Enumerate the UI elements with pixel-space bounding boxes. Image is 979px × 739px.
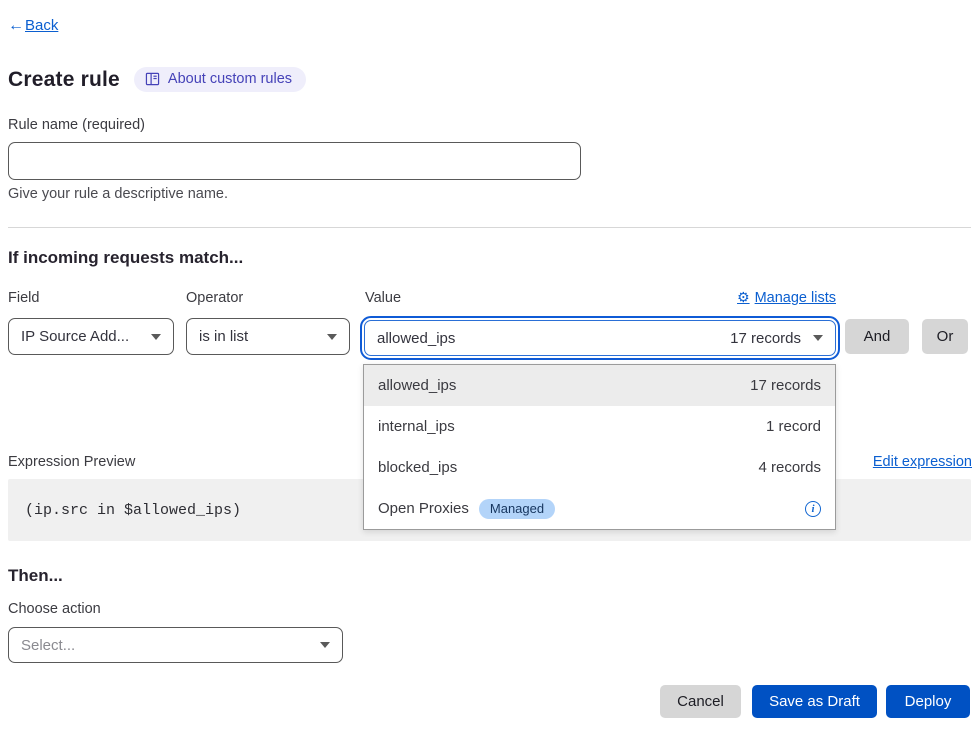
chevron-down-icon: [327, 334, 337, 340]
chevron-down-icon: [320, 642, 330, 648]
or-button[interactable]: Or: [922, 319, 968, 354]
dropdown-option-blocked-ips[interactable]: blocked_ips 4 records: [364, 447, 835, 488]
chevron-down-icon: [813, 335, 823, 341]
back-link[interactable]: ←Back: [8, 17, 58, 34]
choose-action-label: Choose action: [8, 601, 101, 617]
save-as-draft-button[interactable]: Save as Draft: [752, 685, 877, 718]
managed-badge: Managed: [479, 499, 555, 519]
manage-lists-link[interactable]: ⚙ Manage lists: [737, 290, 836, 306]
option-name: internal_ips: [378, 418, 455, 435]
page-title: Create rule: [8, 68, 120, 92]
back-link-row: ←Back: [8, 17, 58, 35]
manage-lists-label: Manage lists: [755, 290, 836, 306]
section-divider: [8, 227, 971, 228]
gear-icon: ⚙: [737, 290, 750, 306]
value-dropdown-panel: allowed_ips 17 records internal_ips 1 re…: [363, 364, 836, 530]
field-select[interactable]: IP Source Add...: [8, 318, 174, 355]
dropdown-option-open-proxies[interactable]: Open Proxies Managed i: [364, 488, 835, 529]
info-icon[interactable]: i: [805, 501, 821, 517]
option-count: 1 record: [766, 418, 821, 435]
back-arrow-icon: ←: [8, 17, 24, 35]
value-column-label: Value: [365, 290, 401, 306]
dropdown-option-allowed-ips[interactable]: allowed_ips 17 records: [364, 365, 835, 406]
action-select[interactable]: Select...: [8, 627, 343, 663]
option-count: 4 records: [758, 459, 821, 476]
option-name: allowed_ips: [378, 377, 456, 394]
dropdown-option-internal-ips[interactable]: internal_ips 1 record: [364, 406, 835, 447]
rule-name-input[interactable]: [8, 142, 581, 180]
operator-select[interactable]: is in list: [186, 318, 350, 355]
and-button[interactable]: And: [845, 319, 909, 354]
about-badge-label: About custom rules: [168, 71, 292, 87]
cancel-button[interactable]: Cancel: [660, 685, 741, 718]
operator-column-label: Operator: [186, 290, 243, 306]
field-select-value: IP Source Add...: [21, 328, 129, 345]
book-icon: [145, 72, 160, 86]
option-name: Open Proxies: [378, 500, 469, 517]
expression-preview-label: Expression Preview: [8, 454, 135, 470]
rule-name-helper: Give your rule a descriptive name.: [8, 186, 228, 202]
deploy-button[interactable]: Deploy: [886, 685, 970, 718]
expression-code: (ip.src in $allowed_ips): [25, 502, 241, 519]
create-rule-page: ←Back Create rule About custom rules Rul…: [0, 0, 979, 739]
title-row: Create rule About custom rules: [8, 67, 306, 92]
option-count: 17 records: [750, 377, 821, 394]
value-select-count: 17 records: [730, 330, 801, 347]
rule-name-label: Rule name (required): [8, 117, 145, 133]
edit-expression-link[interactable]: Edit expression: [873, 454, 972, 470]
field-column-label: Field: [8, 290, 39, 306]
value-select[interactable]: allowed_ips 17 records: [364, 320, 836, 356]
option-name: blocked_ips: [378, 459, 457, 476]
value-select-name: allowed_ips: [377, 330, 455, 347]
match-section-heading: If incoming requests match...: [8, 248, 243, 268]
then-section-heading: Then...: [8, 566, 63, 586]
about-custom-rules-badge[interactable]: About custom rules: [134, 67, 306, 92]
action-select-placeholder: Select...: [21, 637, 75, 654]
chevron-down-icon: [151, 334, 161, 340]
operator-select-value: is in list: [199, 328, 248, 345]
back-link-label: Back: [25, 17, 58, 34]
